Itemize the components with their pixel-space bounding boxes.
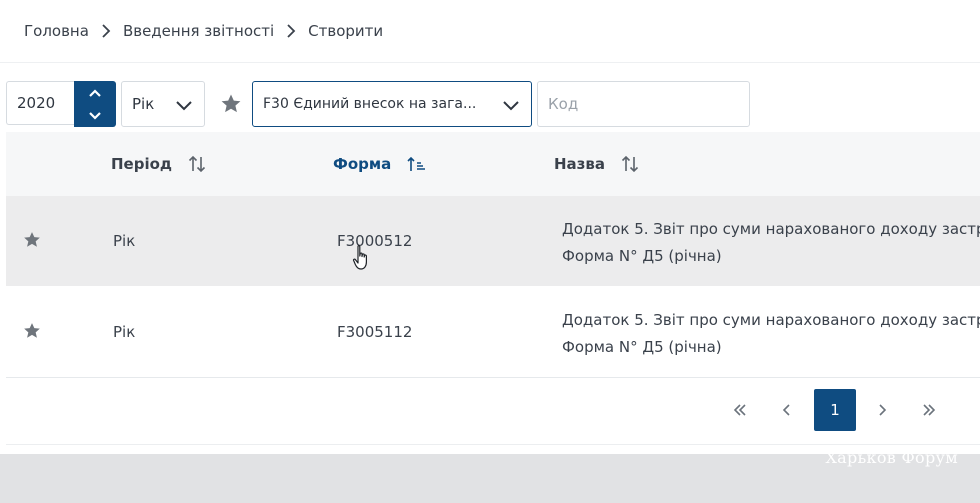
breadcrumb-home[interactable]: Головна [24,22,89,40]
column-header-name[interactable]: Назва [554,132,641,196]
star-icon[interactable] [22,230,42,250]
pagination-prev-button[interactable] [766,389,808,431]
year-increment-button[interactable] [74,81,116,104]
chevron-down-icon [89,111,101,120]
star-icon[interactable] [22,321,42,341]
period-select[interactable]: Рік [121,81,205,127]
chevrons-right-icon [923,404,936,416]
column-header-period-label: Період [111,155,173,173]
chevron-right-icon [280,20,302,42]
row-name-line2: Форма N° Д5 (річна) [562,338,722,356]
chevron-up-icon [89,88,101,97]
row-period: Рік [113,323,136,341]
row-divider [6,377,980,378]
breadcrumb: Головна Введення звітності Створити [24,20,383,42]
row-form-code[interactable]: F3005112 [337,323,412,341]
year-input[interactable]: 2020 [6,81,74,125]
row-form-code[interactable]: F3000512 [337,232,412,250]
form-select[interactable]: F30 Єдиний внесок на зага... [252,81,532,127]
column-header-form[interactable]: Форма [333,132,427,196]
chevron-down-icon [501,95,521,119]
pagination-last-button[interactable] [908,389,950,431]
form-select-value: F30 Єдиний внесок на зага... [263,96,477,112]
breadcrumb-divider [0,62,980,63]
code-input[interactable]: Код [537,81,750,127]
period-select-value: Рік [132,95,155,113]
row-name: Додаток 5. Звіт про суми нарахованого до… [562,216,980,270]
code-input-placeholder: Код [548,95,579,113]
chevron-left-icon [782,404,790,416]
pagination-next-button[interactable] [861,389,903,431]
footer-divider [6,444,980,445]
sort-ascending-icon[interactable] [405,153,427,175]
row-name-line1: Додаток 5. Звіт про суми нарахованого до… [562,220,980,238]
hand-pointer-icon [352,244,372,272]
pagination-first-button[interactable] [719,389,761,431]
sort-arrows-icon[interactable] [186,153,208,175]
pagination-page-1[interactable]: 1 [814,389,856,431]
table-row[interactable]: Рік F3000512 Додаток 5. Звіт про суми на… [6,196,980,286]
row-name: Додаток 5. Звіт про суми нарахованого до… [562,307,980,361]
column-header-name-label: Назва [554,155,606,173]
year-decrement-button[interactable] [74,104,116,127]
year-value: 2020 [17,94,56,112]
chevron-down-icon [174,95,194,119]
column-header-period[interactable]: Період [111,132,208,196]
chevron-right-icon [879,404,887,416]
year-stepper [74,81,116,127]
row-name-line2: Форма N° Д5 (річна) [562,247,722,265]
table-header: Період Форма Назва [6,132,980,196]
row-period: Рік [113,232,136,250]
favorites-filter-star-icon[interactable] [219,92,243,116]
sort-arrows-icon[interactable] [619,153,641,175]
watermark: Харьков Форум [825,448,958,467]
chevron-right-icon [95,20,117,42]
breadcrumb-create: Створити [308,22,384,40]
chevrons-left-icon [733,404,746,416]
row-name-line1: Додаток 5. Звіт про суми нарахованого до… [562,311,980,329]
table-row[interactable]: Рік F3005112 Додаток 5. Звіт про суми на… [6,287,980,377]
pagination-current-label: 1 [830,401,840,419]
column-header-form-label: Форма [333,155,392,173]
breadcrumb-reporting[interactable]: Введення звітності [123,22,274,40]
